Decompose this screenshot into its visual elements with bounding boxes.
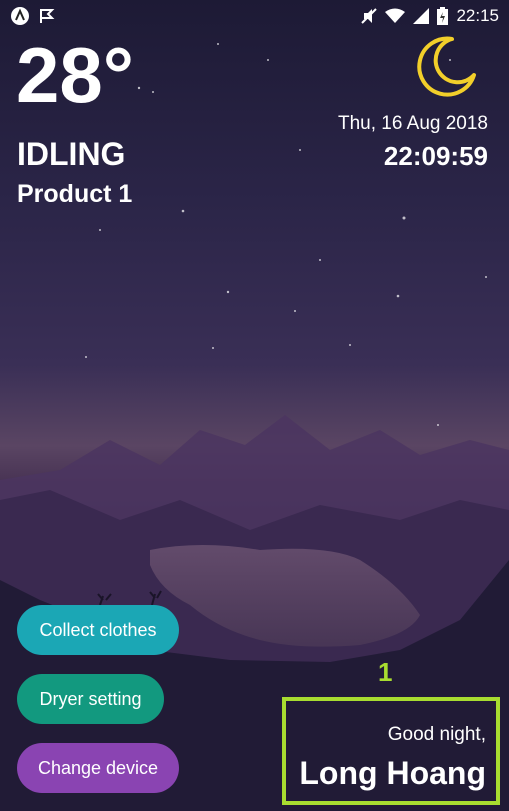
battery-charging-icon <box>437 7 449 25</box>
status-bar-left <box>10 6 56 26</box>
product-name: Product 1 <box>17 180 133 208</box>
stars <box>85 43 487 426</box>
dryer-setting-button[interactable]: Dryer setting <box>17 674 164 724</box>
signal-icon <box>413 8 430 24</box>
status-bar-time: 22:15 <box>456 6 499 25</box>
current-time: 22:09:59 <box>383 141 488 171</box>
current-date: Thu, 16 Aug 2018 <box>337 113 488 134</box>
status-bar-right: 22:15 <box>361 6 499 26</box>
temperature: 28° <box>16 31 134 119</box>
collect-clothes-button[interactable]: Collect clothes <box>17 605 179 655</box>
greeting-text: Good night, <box>387 724 486 745</box>
status-bar: 22:15 <box>0 0 509 34</box>
user-name: Long Hoang <box>299 755 486 791</box>
annotation-marker: 1 <box>378 657 393 687</box>
mute-icon <box>361 8 378 24</box>
app-a-icon <box>11 7 29 25</box>
moon-icon <box>417 36 476 97</box>
greeting-panel: Good night, Long Hoang <box>282 697 500 805</box>
change-device-button[interactable]: Change device <box>17 743 179 793</box>
check-flag-icon <box>40 9 55 23</box>
wifi-icon <box>385 8 406 23</box>
device-state: IDLING <box>17 136 126 172</box>
